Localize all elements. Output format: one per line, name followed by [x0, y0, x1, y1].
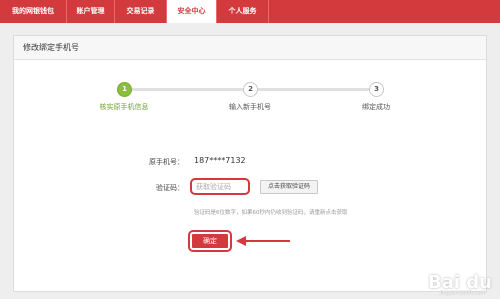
confirm-highlight: 确定: [188, 230, 232, 252]
confirm-button[interactable]: 确定: [192, 234, 228, 248]
step-2-label: 输入新手机号: [229, 103, 271, 111]
progress-line-1: [131, 88, 251, 91]
code-hint: 验证码是6位数字，如果60秒内仍收到验证码，请重新点击获取: [194, 210, 348, 216]
progress-line-2: [257, 88, 377, 91]
step-3-circle: 3: [369, 82, 384, 97]
send-code-button[interactable]: 点击获取验证码: [260, 180, 318, 194]
step-2-circle: 2: [243, 82, 258, 97]
step-3-label: 绑定成功: [362, 103, 390, 111]
old-phone-label: 原手机号：: [149, 158, 184, 166]
tab-personal[interactable]: 个人服务: [217, 0, 269, 23]
step-1-label: 核实原手机信息: [99, 103, 149, 111]
tab-account[interactable]: 账户管理: [67, 0, 115, 23]
tab-wallet[interactable]: 我的网银钱包: [0, 0, 67, 23]
tab-security[interactable]: 安全中心: [167, 0, 217, 23]
page-title: 修改绑定手机号: [14, 36, 486, 60]
code-label: 验证码：: [156, 184, 184, 192]
tab-transactions[interactable]: 交易记录: [115, 0, 167, 23]
old-phone-value: 187****7132: [194, 156, 246, 165]
main-card: 修改绑定手机号 1 2 3 核实原手机信息 输入新手机号 绑定成功 原手机号： …: [13, 35, 487, 292]
watermark-url: jingyan.baidu.com: [439, 290, 486, 296]
annotation-arrow-icon: [236, 236, 290, 246]
step-1-circle: 1: [117, 82, 132, 97]
top-nav: 我的网银钱包 账户管理 交易记录 安全中心 个人服务: [0, 0, 500, 23]
code-input[interactable]: [190, 178, 250, 195]
